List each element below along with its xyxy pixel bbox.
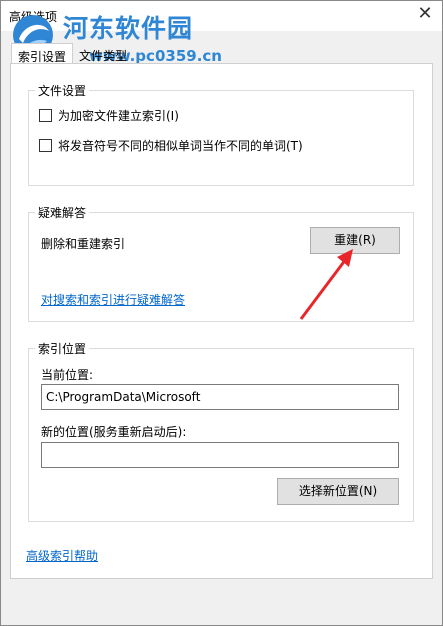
tab-file-types[interactable]: 文件类型 bbox=[73, 43, 139, 65]
rebuild-label: 删除和重建索引 bbox=[41, 237, 126, 251]
current-location-field[interactable]: C:\ProgramData\Microsoft bbox=[41, 384, 399, 410]
troubleshoot-link[interactable]: 对搜索和索引进行疑难解答 bbox=[41, 291, 185, 308]
diacritics-label: 将发音符号不同的相似单词当作不同的单词(T) bbox=[58, 138, 303, 153]
file-settings-title: 文件设置 bbox=[35, 82, 90, 99]
close-icon[interactable]: ✕ bbox=[412, 3, 438, 27]
window-title: 高级选项 bbox=[9, 10, 58, 24]
encrypt-index-option[interactable]: 为加密文件建立索引(I) bbox=[39, 107, 179, 123]
select-new-location-button[interactable]: 选择新位置(N) bbox=[277, 478, 399, 505]
tab-index-settings[interactable]: 索引设置 bbox=[11, 43, 73, 65]
new-location-field[interactable] bbox=[41, 442, 399, 468]
encrypt-index-label: 为加密文件建立索引(I) bbox=[58, 108, 179, 123]
tab-panel: 文件设置 为加密文件建立索引(I) 将发音符号不同的相似单词当作不同的单词(T)… bbox=[10, 63, 433, 579]
troubleshoot-title: 疑难解答 bbox=[35, 204, 90, 221]
diacritics-option[interactable]: 将发音符号不同的相似单词当作不同的单词(T) bbox=[39, 137, 303, 153]
advanced-index-help-link[interactable]: 高级索引帮助 bbox=[26, 547, 98, 564]
index-location-group: 索引位置 当前位置: C:\ProgramData\Microsoft 新的位置… bbox=[28, 340, 414, 522]
current-location-label: 当前位置: bbox=[41, 368, 94, 382]
rebuild-button[interactable]: 重建(R) bbox=[310, 227, 400, 254]
index-location-title: 索引位置 bbox=[35, 340, 90, 357]
new-location-label: 新的位置(服务重新启动后): bbox=[41, 425, 187, 439]
diacritics-checkbox[interactable] bbox=[39, 138, 52, 152]
title-bar: 高级选项 ✕ bbox=[1, 1, 442, 31]
advanced-options-dialog: 高级选项 ✕ 河东软件园 www.pc0359.cn 索引设置 文件类型 文件设… bbox=[0, 0, 443, 626]
troubleshoot-group: 疑难解答 删除和重建索引 重建(R) 对搜索和索引进行疑难解答 bbox=[28, 204, 414, 322]
file-settings-group: 文件设置 为加密文件建立索引(I) 将发音符号不同的相似单词当作不同的单词(T) bbox=[28, 82, 414, 186]
encrypt-index-checkbox[interactable] bbox=[39, 108, 52, 122]
